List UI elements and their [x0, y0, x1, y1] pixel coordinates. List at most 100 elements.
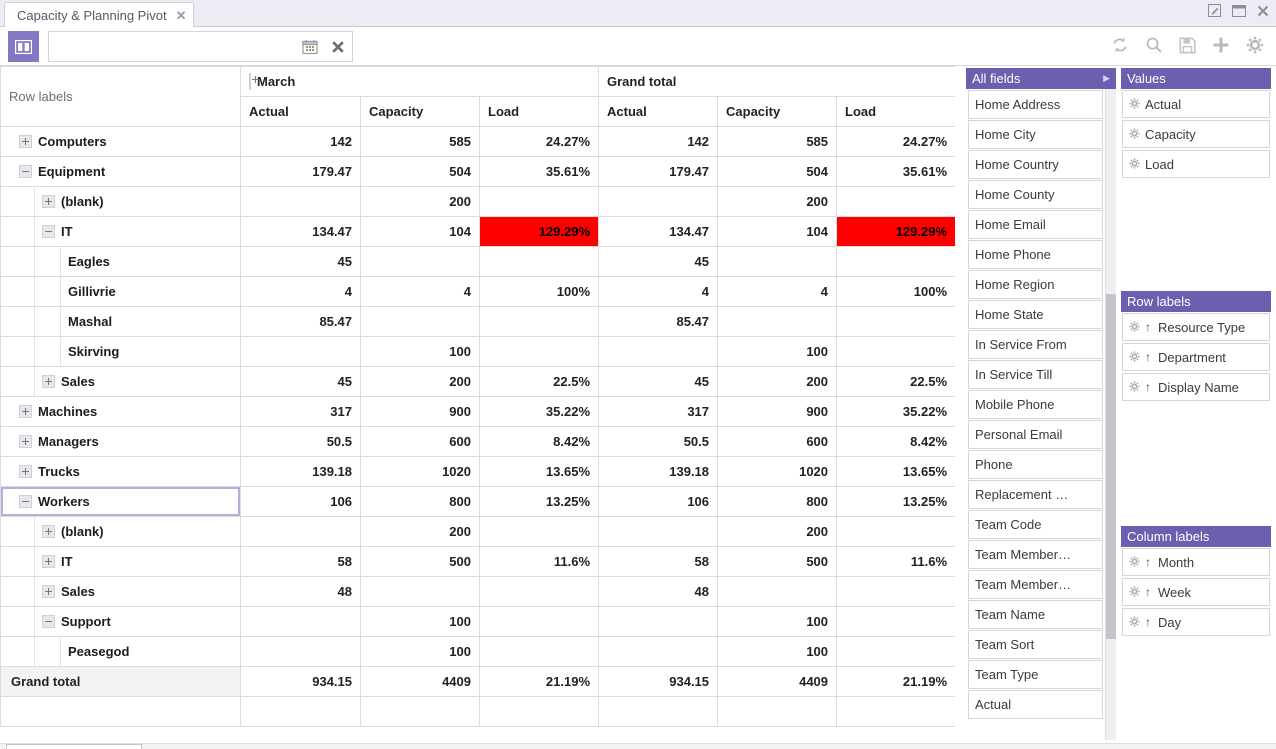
value-cell[interactable]: 600 [360, 426, 480, 457]
value-cell[interactable] [240, 336, 361, 367]
field-settings-gear-icon[interactable] [1129, 157, 1140, 172]
edit-window-icon[interactable] [1208, 4, 1221, 17]
value-cell[interactable]: 179.47 [598, 156, 719, 187]
value-cell[interactable]: 24.27% [836, 126, 955, 157]
table-row[interactable]: Sales 48 48 [0, 576, 955, 607]
measure-header-actual[interactable]: Actual [240, 96, 361, 127]
value-cell[interactable]: 22.5% [478, 366, 600, 397]
field-chip[interactable]: Load [1122, 150, 1270, 178]
value-cell[interactable] [478, 576, 600, 607]
sort-ascending-icon[interactable]: ↑ [1145, 556, 1153, 568]
row-label-cell[interactable]: (blank) [0, 516, 241, 547]
values-zone-body[interactable]: Actual Capacity Load [1121, 89, 1271, 278]
field-list-item[interactable]: In Service Till [968, 360, 1103, 389]
collapse-toggle-icon[interactable] [42, 615, 55, 628]
expand-toggle-icon[interactable] [42, 525, 55, 538]
value-cell[interactable]: 35.22% [836, 396, 955, 427]
value-cell[interactable] [360, 576, 480, 607]
field-list-item[interactable]: Team Sort [968, 630, 1103, 659]
refresh-icon[interactable] [1111, 36, 1129, 57]
value-cell[interactable]: 13.25% [478, 486, 600, 517]
value-cell[interactable]: 4 [598, 276, 719, 307]
table-row[interactable]: Mashal 85.47 85.47 [0, 306, 955, 337]
field-list-item[interactable]: Actual [968, 690, 1103, 719]
value-cell[interactable] [360, 306, 480, 337]
measure-header-load[interactable]: Load [478, 96, 600, 127]
field-chip[interactable]: ↑ Month [1122, 548, 1270, 576]
expand-toggle-icon[interactable] [42, 375, 55, 388]
value-cell[interactable] [836, 306, 955, 337]
clear-icon[interactable] [324, 40, 352, 54]
value-cell[interactable] [598, 606, 719, 637]
value-cell[interactable]: 45 [240, 246, 361, 277]
value-cell[interactable]: 504 [360, 156, 480, 187]
value-cell[interactable] [717, 246, 838, 277]
row-labels-zone-header[interactable]: Row labels [1121, 291, 1271, 312]
value-cell[interactable]: 585 [717, 126, 838, 157]
value-cell[interactable]: 134.47 [240, 216, 361, 247]
field-list-item[interactable]: Personal Email [968, 420, 1103, 449]
value-cell[interactable]: 1020 [360, 456, 480, 487]
field-list-item[interactable]: Team Name [968, 600, 1103, 629]
value-cell[interactable]: 500 [360, 546, 480, 577]
value-cell[interactable] [478, 306, 600, 337]
field-list-item[interactable]: Home Country [968, 150, 1103, 179]
field-chip[interactable]: ↑ Resource Type [1122, 313, 1270, 341]
value-cell[interactable]: 85.47 [240, 306, 361, 337]
value-cell[interactable]: 900 [717, 396, 838, 427]
value-cell[interactable]: 100 [717, 636, 838, 667]
table-row[interactable]: (blank) 200 200 [0, 186, 955, 217]
field-list-item[interactable]: Replacement … [968, 480, 1103, 509]
columns-panel-icon[interactable] [8, 31, 39, 62]
field-settings-gear-icon[interactable] [1129, 585, 1140, 600]
table-row[interactable]: IT 58 500 11.6% 58 500 11.6% [0, 546, 955, 577]
tab-capacity-planning-pivot[interactable]: Capacity & Planning Pivot ✕ [4, 2, 194, 28]
field-chip[interactable]: ↑ Department [1122, 343, 1270, 371]
column-labels-zone-body[interactable]: ↑ Month ↑ Week ↑ Day [1121, 547, 1271, 740]
table-row[interactable]: Support 100 100 [0, 606, 955, 637]
value-cell[interactable]: 142 [240, 126, 361, 157]
sort-ascending-icon[interactable]: ↑ [1145, 351, 1153, 363]
value-cell[interactable] [478, 606, 600, 637]
measure-header-capacity[interactable]: Capacity [360, 96, 480, 127]
search-icon[interactable] [1145, 36, 1163, 57]
row-label-cell[interactable]: Equipment [0, 156, 241, 187]
value-cell[interactable]: 800 [717, 486, 838, 517]
value-cell[interactable]: 900 [360, 396, 480, 427]
expand-toggle-icon[interactable] [19, 465, 32, 478]
value-cell[interactable]: 13.65% [478, 456, 600, 487]
value-cell[interactable]: 11.6% [836, 546, 955, 577]
value-cell[interactable] [836, 336, 955, 367]
value-cell[interactable] [598, 186, 719, 217]
row-label-cell[interactable]: Peasegod [0, 636, 241, 667]
sort-ascending-icon[interactable]: ↑ [1145, 616, 1153, 628]
collapse-toggle-icon[interactable] [19, 165, 32, 178]
row-label-cell[interactable]: Support [0, 606, 241, 637]
field-chip[interactable]: ↑ Display Name [1122, 373, 1270, 401]
expand-toggle-icon[interactable] [19, 135, 32, 148]
values-zone-header[interactable]: Values [1121, 68, 1271, 89]
row-label-cell[interactable]: IT [0, 216, 241, 247]
tab-close-icon[interactable]: ✕ [176, 9, 187, 22]
field-chip[interactable]: Actual [1122, 90, 1270, 118]
all-fields-header[interactable]: All fields ▶ [966, 68, 1116, 89]
value-cell[interactable] [478, 336, 600, 367]
row-label-cell[interactable]: Gillivrie [0, 276, 241, 307]
row-label-cell[interactable]: Eagles [0, 246, 241, 277]
value-cell[interactable] [478, 186, 600, 217]
table-row[interactable]: Workers 106 800 13.25% 106 800 13.25% [0, 486, 955, 517]
value-cell[interactable]: 600 [717, 426, 838, 457]
row-label-cell[interactable]: Skirving [0, 336, 241, 367]
value-cell[interactable]: 8.42% [478, 426, 600, 457]
value-cell[interactable]: 45 [598, 366, 719, 397]
field-list-item[interactable]: Team Code [968, 510, 1103, 539]
value-cell[interactable]: 48 [240, 576, 361, 607]
value-cell[interactable]: 500 [717, 546, 838, 577]
field-chip[interactable]: Capacity [1122, 120, 1270, 148]
value-cell[interactable] [598, 636, 719, 667]
table-row[interactable]: Gillivrie 4 4 100% 4 4 100% [0, 276, 955, 307]
row-label-cell[interactable]: Trucks [0, 456, 241, 487]
value-cell[interactable] [836, 636, 955, 667]
value-cell[interactable]: 4 [240, 276, 361, 307]
value-cell[interactable] [240, 636, 361, 667]
